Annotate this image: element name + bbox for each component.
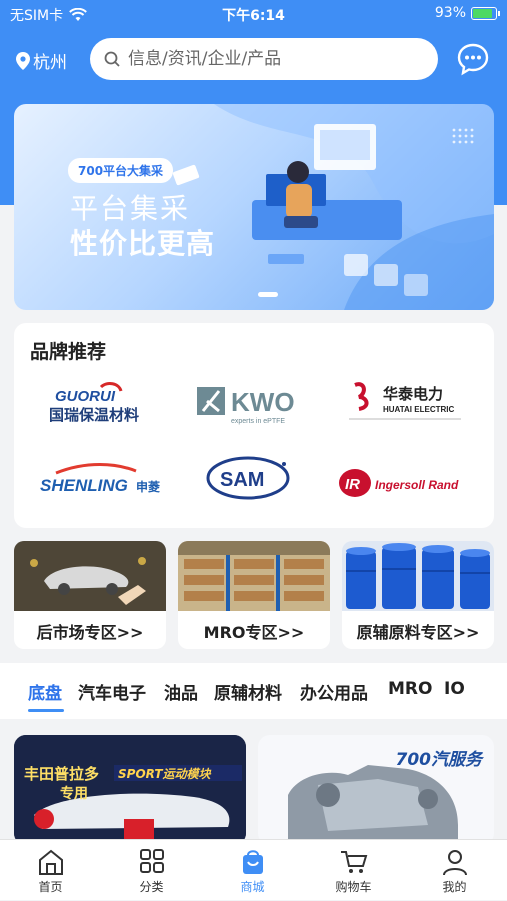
product-subtitle: 专用 bbox=[60, 786, 88, 802]
battery-icon bbox=[471, 6, 500, 20]
svg-text:华泰电力: 华泰电力 bbox=[383, 385, 443, 403]
tab-label: 商城 bbox=[240, 880, 265, 894]
svg-text:IR: IR bbox=[345, 476, 360, 493]
banner-tag: 700平台大集采 bbox=[68, 158, 174, 183]
ingersoll-rand-logo: IR Ingersoll Rand bbox=[339, 469, 459, 497]
user-icon bbox=[442, 850, 467, 876]
location-label: 杭州 bbox=[33, 53, 67, 73]
tab-raw-materials[interactable]: 原辅材料 bbox=[214, 679, 282, 704]
tab-cart[interactable]: 购物车 bbox=[303, 840, 404, 901]
huatai-logo: 华泰电力 HUATAI ELECTRIC bbox=[349, 382, 461, 420]
brand-sam[interactable]: SAM bbox=[180, 451, 330, 507]
svg-text:SHENLING: SHENLING bbox=[40, 476, 128, 495]
tab-home[interactable]: 首页 bbox=[0, 840, 101, 901]
shop-bag-icon bbox=[242, 850, 263, 874]
product-card[interactable]: 700汽服务 bbox=[258, 735, 494, 839]
tab-label: 我的 bbox=[442, 880, 467, 894]
tab-office-supplies[interactable]: 办公用品 bbox=[300, 679, 368, 704]
tab-label: 分类 bbox=[139, 880, 164, 894]
banner-title: 平台集采 bbox=[70, 192, 191, 225]
svg-text:experts in ePTFE: experts in ePTFE bbox=[231, 418, 285, 425]
svg-text:国瑞保温材料: 国瑞保温材料 bbox=[49, 406, 139, 424]
tab-category[interactable]: 分类 bbox=[101, 840, 202, 901]
brand-kwo[interactable]: KWO experts in ePTFE bbox=[180, 375, 330, 431]
tab-label: 首页 bbox=[38, 880, 63, 894]
brand-recommendation-card: 品牌推荐 GUORUI 国瑞保温材料 KWO experts in ePTFE … bbox=[14, 323, 494, 528]
tab-mine[interactable]: 我的 bbox=[404, 840, 505, 901]
bottom-tab-bar: 首页 分类 商城 购物车 我的 bbox=[0, 839, 507, 900]
location-pin-icon bbox=[16, 51, 30, 70]
section-title: 品牌推荐 bbox=[30, 341, 107, 363]
brand-huatai[interactable]: 华泰电力 HUATAI ELECTRIC bbox=[332, 375, 482, 431]
zone-label: 后市场专区>> bbox=[36, 623, 144, 642]
brand-guorui[interactable]: GUORUI 国瑞保温材料 bbox=[26, 375, 176, 431]
tab-chassis[interactable]: 底盘 bbox=[28, 679, 62, 704]
location-selector[interactable]: 杭州 bbox=[16, 48, 67, 73]
brand-ingersoll-rand[interactable]: IR Ingersoll Rand bbox=[332, 455, 482, 511]
zone-aftermarket[interactable]: 后市场专区>> bbox=[14, 541, 166, 649]
home-icon bbox=[38, 849, 63, 875]
carousel-indicator bbox=[258, 292, 278, 297]
brand-shenling[interactable]: SHENLING 申菱 bbox=[26, 453, 176, 509]
zone-mro[interactable]: MRO专区>> bbox=[178, 541, 330, 649]
battery-percent: 93% bbox=[434, 5, 466, 21]
search-bar[interactable] bbox=[90, 38, 438, 80]
search-input[interactable] bbox=[128, 49, 408, 69]
svg-text:KWO: KWO bbox=[231, 387, 295, 417]
grid-icon bbox=[139, 849, 164, 873]
promo-banner[interactable]: 700平台大集采 平台集采 性价比更高 bbox=[14, 104, 494, 310]
aftermarket-image bbox=[14, 541, 166, 611]
svg-text:GUORUI: GUORUI bbox=[55, 388, 116, 405]
banner-subtitle: 性价比更高 bbox=[70, 227, 216, 260]
svg-text:HUATAI ELECTRIC: HUATAI ELECTRIC bbox=[383, 405, 454, 414]
tab-oil[interactable]: 油品 bbox=[164, 679, 198, 704]
product-image bbox=[14, 735, 246, 839]
tab-mall[interactable]: 商城 bbox=[202, 840, 303, 901]
svg-text:申菱: 申菱 bbox=[136, 479, 160, 494]
product-badge: SPORT运动模块 bbox=[118, 767, 211, 781]
message-icon[interactable] bbox=[456, 42, 490, 76]
tab-mro[interactable]: MRO bbox=[388, 679, 432, 699]
zone-label: 原辅原料专区>> bbox=[356, 623, 480, 642]
product-card[interactable]: 丰田普拉多 专用 SPORT运动模块 bbox=[14, 735, 246, 839]
warehouse-image bbox=[178, 541, 330, 611]
barrels-image bbox=[342, 541, 494, 611]
zone-label: MRO专区>> bbox=[203, 623, 305, 642]
product-brand: 700汽服务 bbox=[395, 750, 483, 770]
search-row: 杭州 bbox=[0, 38, 507, 82]
clock: 下午6:14 bbox=[222, 8, 285, 24]
sam-logo: SAM bbox=[206, 456, 290, 500]
svg-text:SAM: SAM bbox=[220, 469, 264, 491]
product-feed: 丰田普拉多 专用 SPORT运动模块 700汽服务 bbox=[0, 719, 507, 839]
kwo-logo: KWO experts in ePTFE bbox=[197, 387, 295, 425]
search-icon bbox=[104, 51, 120, 67]
status-bar: 无SIM卡 下午6:14 93% bbox=[0, 0, 507, 28]
zone-raw-materials[interactable]: 原辅原料专区>> bbox=[342, 541, 494, 649]
category-tabs: 底盘 汽车电子 油品 原辅材料 办公用品 MRO IO bbox=[0, 663, 507, 719]
tab-label: 购物车 bbox=[335, 880, 372, 894]
tab-auto-electronics[interactable]: 汽车电子 bbox=[78, 679, 146, 704]
guorui-logo: GUORUI 国瑞保温材料 bbox=[49, 382, 139, 424]
zone-shortcuts: 后市场专区>> MRO专区>> 原辅原料专区>> bbox=[14, 541, 494, 649]
active-tab-indicator bbox=[28, 709, 64, 712]
product-title: 丰田普拉多 bbox=[24, 765, 100, 783]
tab-io[interactable]: IO bbox=[444, 679, 465, 699]
svg-text:Ingersoll Rand: Ingersoll Rand bbox=[375, 478, 459, 492]
shenling-logo: SHENLING 申菱 bbox=[40, 463, 160, 495]
cart-icon bbox=[340, 851, 367, 873]
